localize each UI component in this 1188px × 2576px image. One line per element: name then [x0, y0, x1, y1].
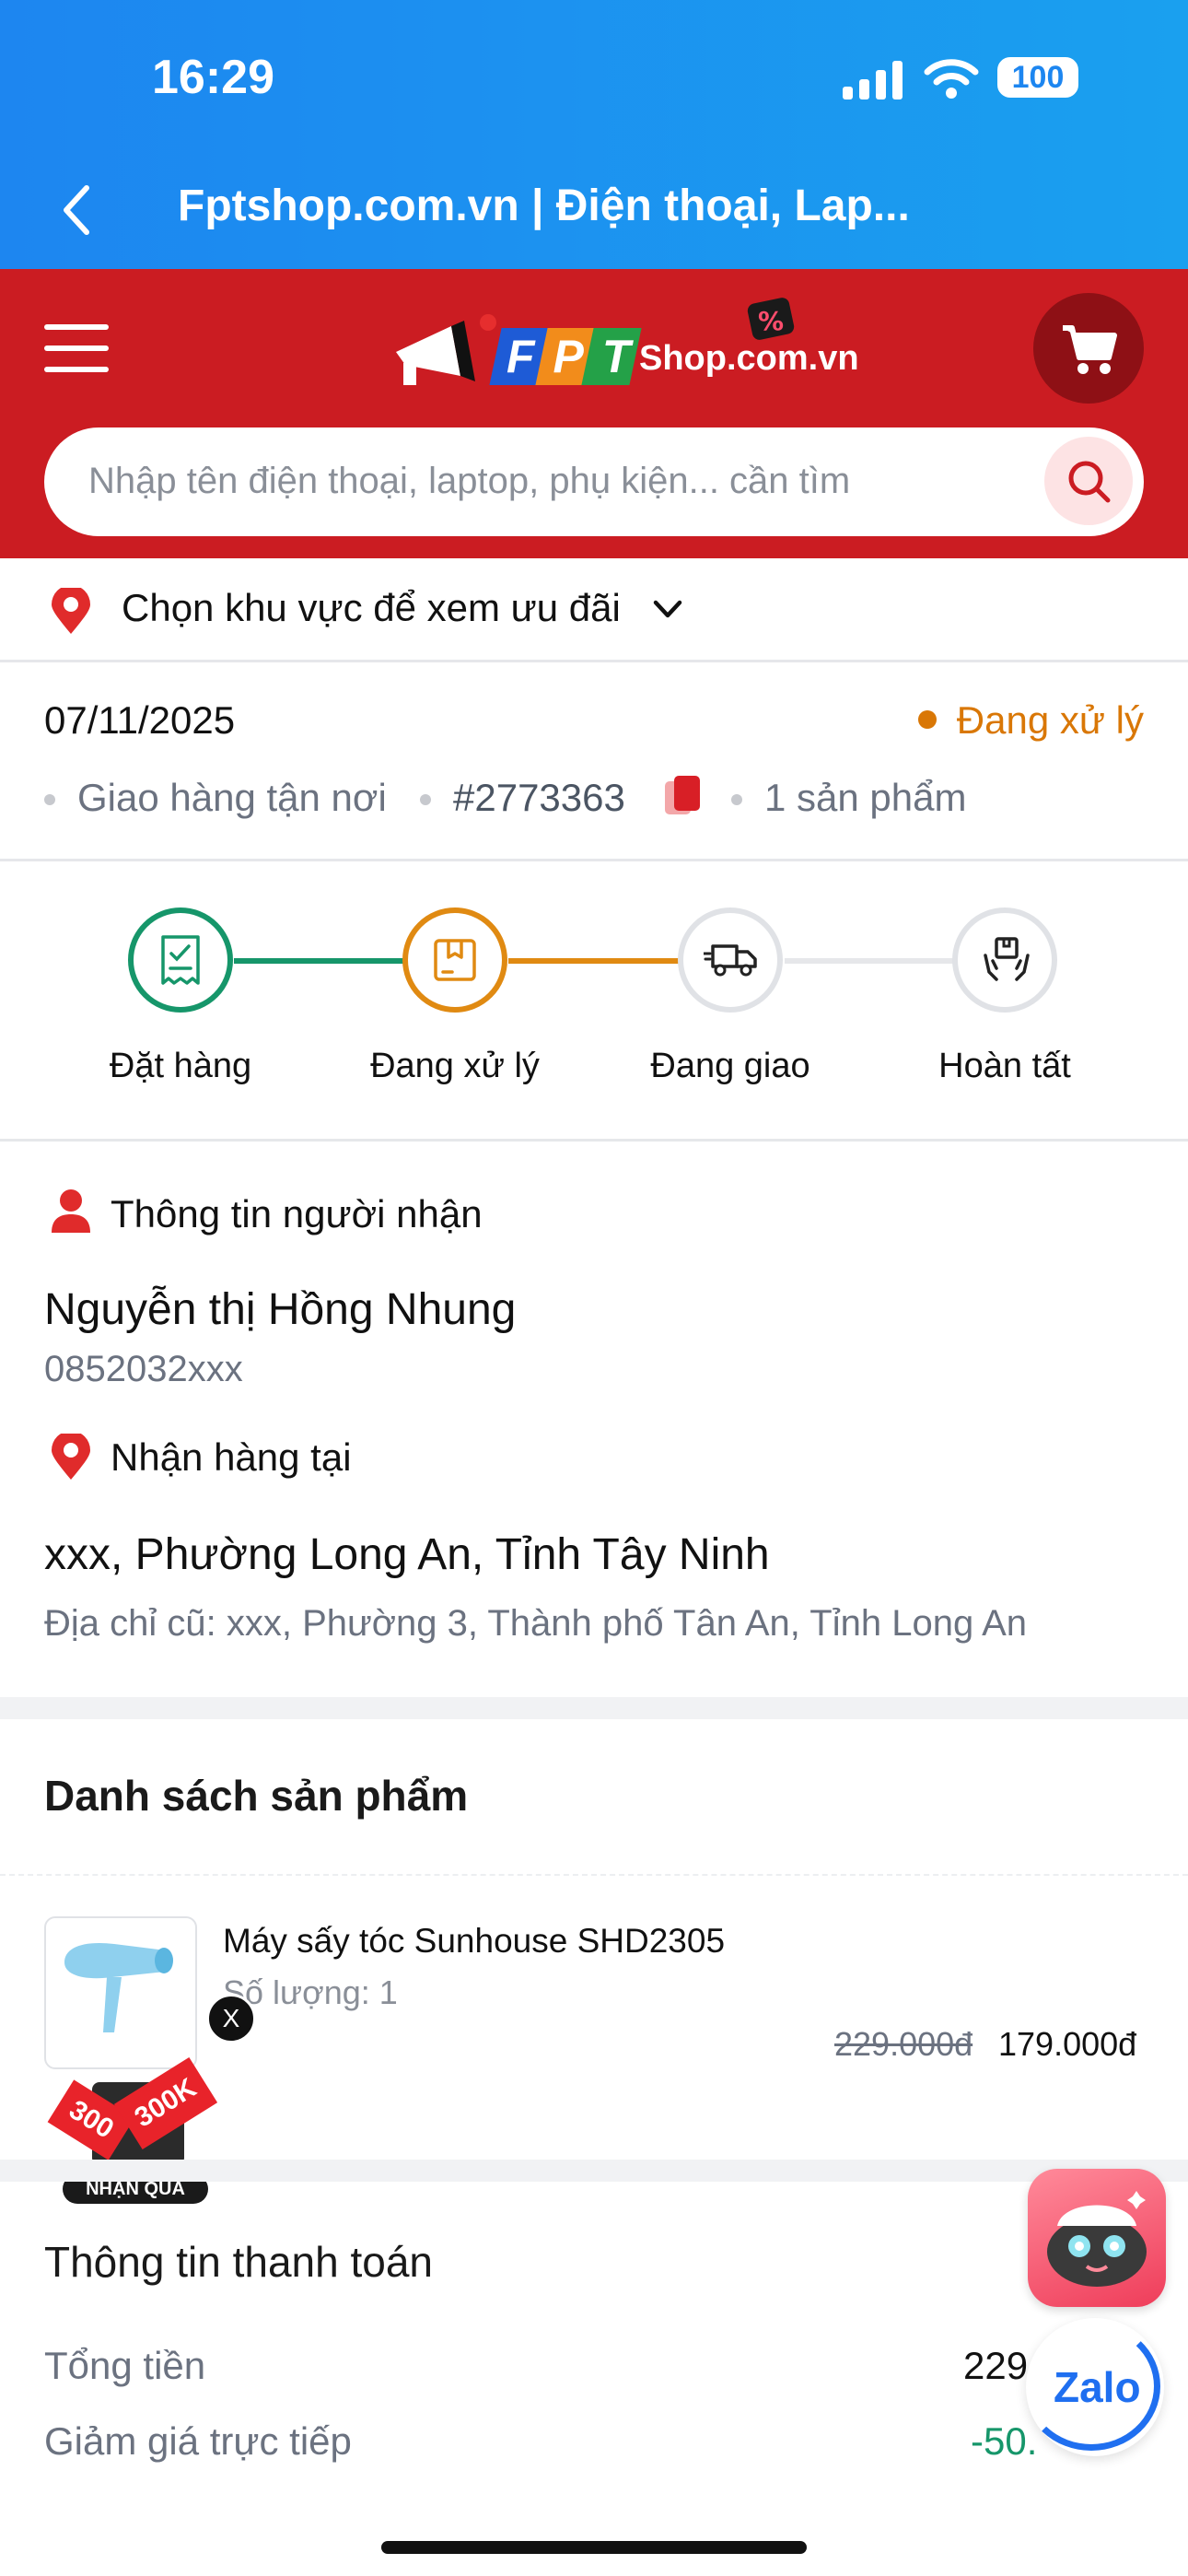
- receipt-icon: [161, 935, 200, 985]
- back-arrow-icon[interactable]: [59, 182, 96, 238]
- item-count: 1 sản phẩm: [764, 776, 967, 819]
- home-indicator[interactable]: [381, 2541, 807, 2554]
- order-status-text: Đang xử lý: [956, 698, 1144, 742]
- divider: [0, 1874, 1188, 1876]
- bullet: [44, 794, 55, 805]
- cellular-signal-icon: [843, 61, 903, 100]
- promo-close-button[interactable]: X: [206, 1994, 256, 2043]
- status-dot: [917, 709, 937, 729]
- box-icon: [434, 939, 476, 981]
- bullet: [731, 794, 742, 805]
- person-icon: [52, 1189, 90, 1233]
- search-input[interactable]: Nhập tên điện thoại, laptop, phụ kiện...…: [44, 427, 1144, 536]
- section-separator: [0, 2160, 1188, 2182]
- wifi-icon: [924, 59, 979, 99]
- search-icon: [1068, 461, 1111, 503]
- pickup-title: Nhận hàng tại: [111, 1435, 352, 1479]
- old-address: Địa chỉ cũ: xxx, Phường 3, Thành phố Tân…: [44, 1603, 1028, 1644]
- search-button[interactable]: [1044, 437, 1133, 525]
- progress-line-3: [785, 958, 961, 964]
- zalo-chat-button[interactable]: Zalo: [1022, 2318, 1164, 2456]
- product-name[interactable]: Máy sấy tóc Sunhouse SHD2305: [223, 1922, 725, 1961]
- truck-icon: [704, 944, 757, 977]
- step-label-processing: Đang xử lý: [370, 1047, 540, 1085]
- order-date: 07/11/2025: [44, 698, 236, 742]
- total-label: Tổng tiền: [44, 2344, 206, 2387]
- recipient-section-title: Thông tin người nhận: [111, 1192, 483, 1235]
- step-label-ordered: Đặt hàng: [109, 1047, 252, 1085]
- battery-indicator: 100: [997, 57, 1078, 98]
- cart-button[interactable]: [1033, 293, 1144, 404]
- step-ordered: [128, 907, 233, 1013]
- zalo-label: Zalo: [1054, 2363, 1141, 2411]
- page-title: Fptshop.com.vn | Điện thoại, Lap...: [178, 181, 910, 230]
- order-status: Đang xử lý: [917, 698, 1144, 743]
- products-section-title: Danh sách sản phẩm: [44, 1772, 469, 1820]
- payment-section-title: Thông tin thanh toán: [44, 2238, 433, 2286]
- product-old-price: 229.000đ: [834, 2025, 973, 2063]
- cart-icon: [1063, 325, 1117, 374]
- discount-label: Giảm giá trực tiếp: [44, 2419, 352, 2463]
- order-id: #2773363: [453, 776, 625, 819]
- region-label: Chọn khu vực để xem ưu đãi: [122, 586, 621, 629]
- megaphone-icon: [396, 314, 496, 385]
- hamburger-menu-icon[interactable]: [44, 322, 111, 374]
- region-selector[interactable]: Chọn khu vực để xem ưu đãi: [0, 558, 1188, 662]
- location-pin-icon: [52, 588, 90, 634]
- status-time: 16:29: [152, 51, 274, 104]
- divider: [0, 859, 1188, 861]
- fpt-logo[interactable]: FPT Shop.com.vn %: [387, 297, 859, 396]
- discount-value: -50.: [971, 2419, 1038, 2463]
- logo-text: FPT: [507, 331, 649, 382]
- recipient-name: Nguyễn thị Hồng Nhung: [44, 1285, 517, 1334]
- step-processing: [402, 907, 507, 1013]
- chatbot-button[interactable]: [1028, 2169, 1166, 2307]
- progress-line-2: [508, 958, 685, 964]
- location-pin-icon: [52, 1434, 90, 1480]
- recipient-address: xxx, Phường Long An, Tỉnh Tây Ninh: [44, 1530, 770, 1579]
- browser-top-bar: 16:29 100 Fptshop.com.vn | Điện thoại, L…: [0, 0, 1188, 269]
- robot-mascot-icon: [1047, 2191, 1147, 2287]
- total-value: 229: [963, 2344, 1029, 2387]
- svg-text:%: %: [758, 306, 784, 336]
- product-price: 179.000đ: [998, 2025, 1137, 2063]
- step-completed: [952, 907, 1057, 1013]
- logo-suffix: Shop.com.vn: [639, 339, 859, 378]
- step-shipping: [678, 907, 783, 1013]
- recipient-phone: 0852032xxx: [44, 1349, 243, 1389]
- chevron-down-icon: [653, 600, 682, 618]
- hair-dryer-image: [64, 1942, 173, 2032]
- progress-line-1: [234, 958, 411, 964]
- step-label-shipping: Đang giao: [650, 1047, 810, 1085]
- copy-icon[interactable]: [663, 774, 704, 820]
- hands-box-icon: [984, 937, 1030, 981]
- section-separator: [0, 1697, 1188, 1719]
- delivery-type: Giao hàng tận nơi: [77, 776, 387, 819]
- percent-tag-icon: %: [747, 298, 795, 340]
- divider: [0, 1139, 1188, 1142]
- bullet: [420, 794, 431, 805]
- step-label-completed: Hoàn tất: [938, 1047, 1071, 1085]
- search-placeholder: Nhập tên điện thoại, laptop, phụ kiện...…: [88, 461, 851, 501]
